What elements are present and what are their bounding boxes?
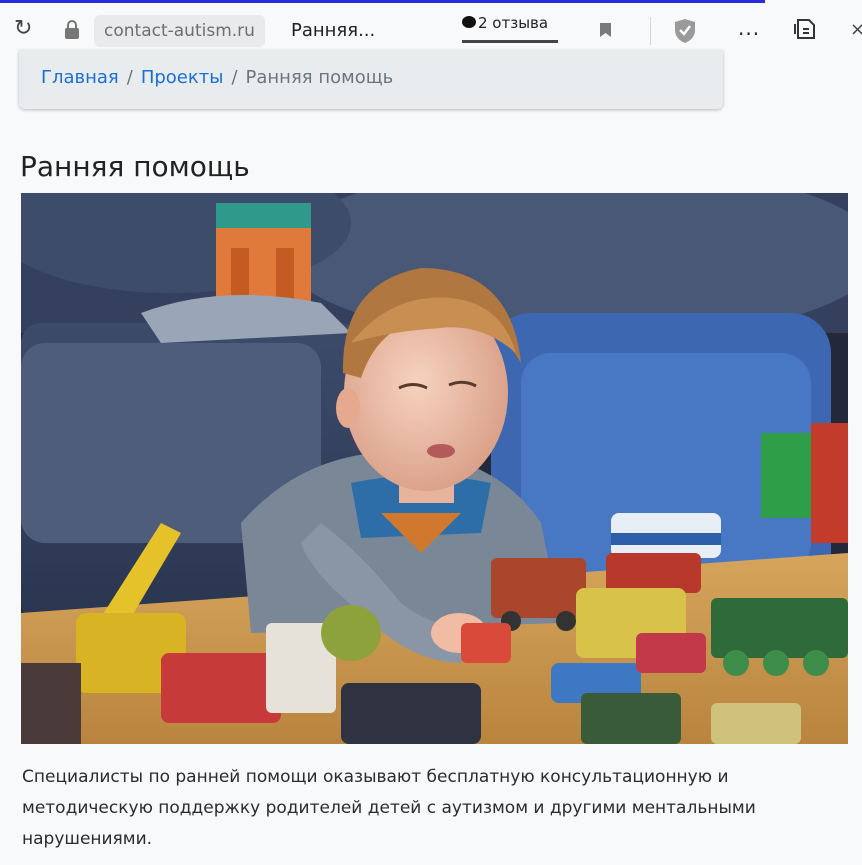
tab-manager-icon[interactable] — [793, 16, 819, 42]
reload-icon[interactable]: ↻ — [14, 18, 32, 40]
lock-icon[interactable] — [64, 20, 80, 40]
breadcrumb-home-link[interactable]: Главная — [41, 67, 119, 88]
breadcrumb-current: Ранняя помощь — [245, 67, 394, 88]
breadcrumb-projects-link[interactable]: Проекты — [141, 67, 224, 88]
close-icon[interactable]: × — [850, 19, 862, 40]
breadcrumb-separator: / — [231, 67, 238, 88]
breadcrumb-separator: / — [126, 67, 133, 88]
speech-bubble-icon — [462, 16, 476, 28]
project-photo — [21, 193, 848, 744]
bookmark-icon[interactable] — [600, 23, 611, 37]
reviews-label: 2 отзыва — [478, 14, 549, 32]
page-title: Ранняя помощь — [20, 150, 250, 183]
breadcrumb: Главная / Проекты / Ранняя помощь — [19, 50, 723, 109]
more-icon[interactable]: ... — [738, 17, 760, 39]
toolbar-separator — [650, 17, 651, 45]
child-playing-with-toys-image — [21, 193, 848, 744]
tab-title[interactable]: Ранняя... — [291, 15, 375, 47]
domain-chip[interactable]: contact-autism.ru — [94, 15, 265, 47]
shield-icon[interactable] — [673, 18, 697, 44]
reviews-button[interactable]: 2 отзыва — [462, 12, 558, 43]
project-description: Специалисты по ранней помощи оказывают б… — [22, 767, 756, 849]
